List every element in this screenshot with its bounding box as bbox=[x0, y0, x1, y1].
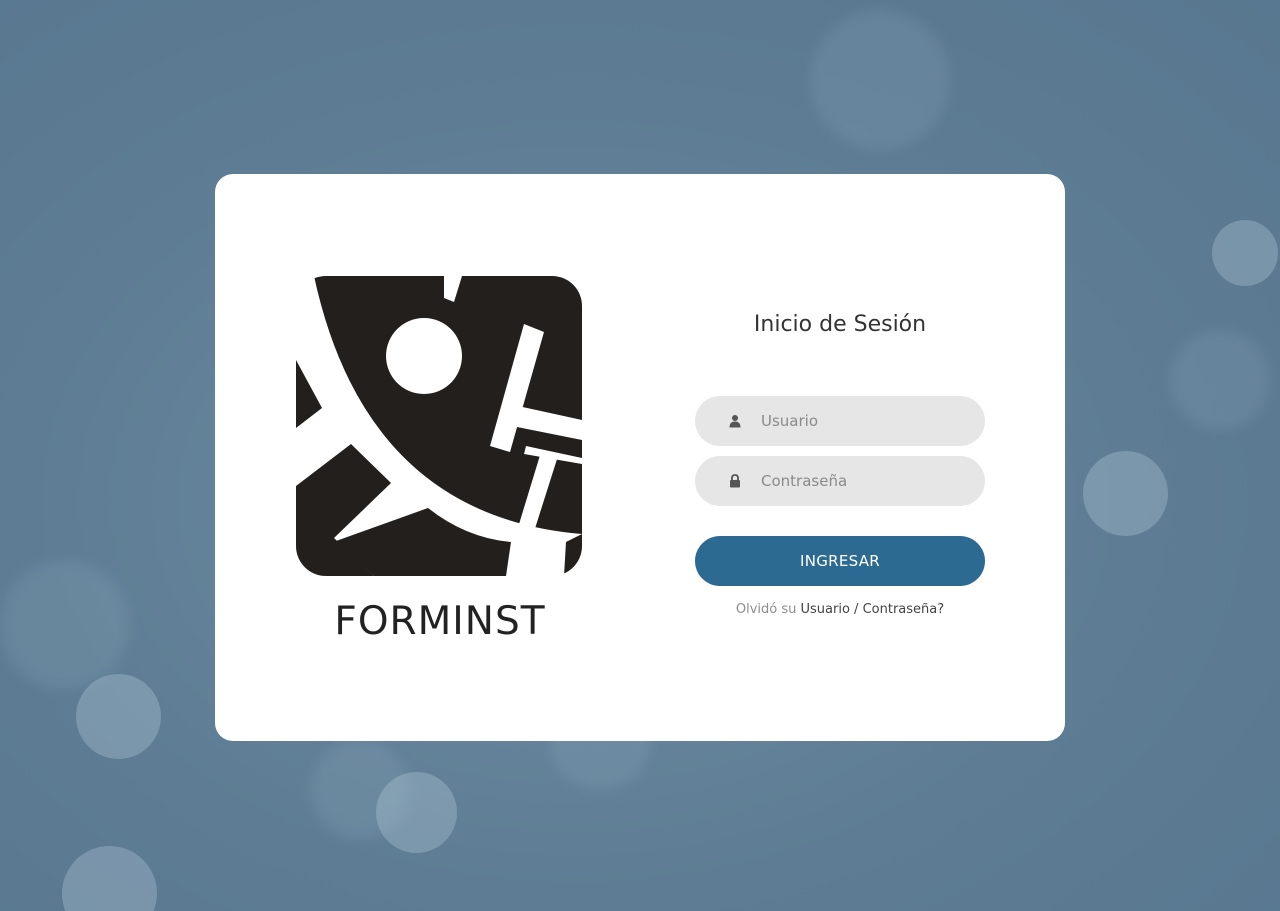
bokeh-light bbox=[62, 846, 157, 911]
username-input[interactable] bbox=[761, 396, 961, 446]
forgot-prefix: Olvidó su bbox=[735, 602, 797, 617]
password-input[interactable] bbox=[761, 456, 961, 506]
bokeh-light bbox=[76, 674, 161, 759]
bokeh-light bbox=[0, 560, 130, 690]
username-field[interactable] bbox=[695, 396, 985, 446]
brand-logo bbox=[296, 276, 582, 576]
bokeh-light bbox=[376, 772, 457, 853]
bokeh-light bbox=[1083, 451, 1168, 536]
forgot-password-link[interactable]: Contraseña? bbox=[863, 602, 945, 617]
forgot-username-link[interactable]: Usuario bbox=[801, 602, 850, 617]
login-card: FORMINST Inicio de Sesión INGRESAR Olvid… bbox=[215, 174, 1065, 741]
user-icon bbox=[729, 413, 741, 428]
brand-name: FORMINST bbox=[334, 599, 546, 644]
logo-mark-icon bbox=[296, 276, 582, 576]
forgot-credentials: Olvidó su Usuario / Contraseña? bbox=[695, 602, 985, 617]
login-button[interactable]: INGRESAR bbox=[695, 536, 985, 586]
bokeh-light bbox=[810, 10, 950, 150]
bokeh-light bbox=[1170, 330, 1270, 430]
forgot-separator: / bbox=[854, 602, 859, 617]
lock-icon bbox=[729, 473, 741, 488]
password-field[interactable] bbox=[695, 456, 985, 506]
login-title: Inicio de Sesión bbox=[753, 312, 927, 337]
bokeh-light bbox=[1212, 220, 1278, 286]
